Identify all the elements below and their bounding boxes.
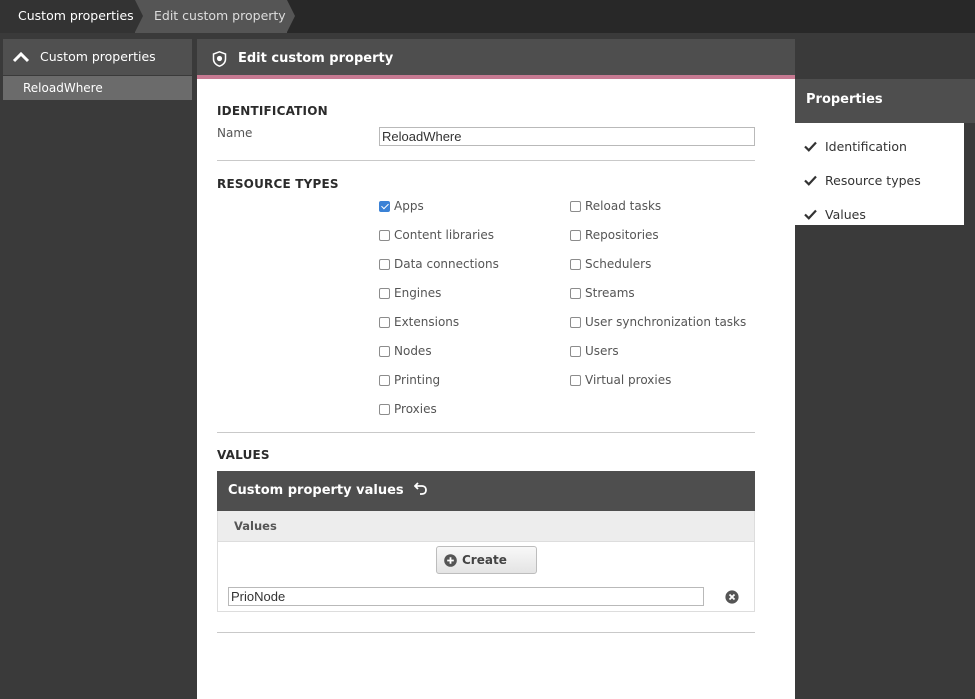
checkbox-extensions[interactable]: Extensions — [379, 315, 459, 329]
check-icon — [804, 141, 817, 152]
checkbox-label: Printing — [394, 373, 441, 387]
left-nav: Custom properties ReloadWhere — [3, 39, 192, 100]
undo-icon[interactable] — [414, 482, 428, 495]
left-nav-header[interactable]: Custom properties — [3, 39, 192, 75]
breadcrumb-item-edit-custom-property: Edit custom property — [135, 0, 295, 33]
breadcrumb-item-custom-properties[interactable]: Custom properties — [0, 0, 143, 33]
checkbox-streams[interactable]: Streams — [570, 286, 635, 300]
checkbox-label: Extensions — [394, 315, 460, 329]
checkbox-label: Nodes — [394, 344, 432, 358]
checkbox-box[interactable] — [379, 316, 390, 328]
checkbox-label: Content libraries — [394, 228, 495, 242]
checkbox-box[interactable] — [570, 374, 581, 386]
checkbox-label: Data connections — [394, 257, 499, 271]
close-circle-icon[interactable] — [725, 590, 739, 604]
checkbox-content-libraries[interactable]: Content libraries — [379, 228, 494, 242]
checkbox-reload-tasks[interactable]: Reload tasks — [570, 199, 661, 213]
checkbox-proxies[interactable]: Proxies — [379, 402, 437, 416]
values-table-header: Custom property values — [217, 471, 755, 511]
properties-list: Identification Resource types Values — [795, 123, 964, 225]
checkbox-box[interactable] — [570, 200, 581, 212]
name-field[interactable] — [379, 127, 755, 146]
properties-item-label: Identification — [825, 138, 907, 154]
checkbox-label: Users — [585, 344, 619, 358]
checkbox-label: Proxies — [394, 402, 437, 416]
checkbox-box[interactable] — [379, 403, 390, 415]
values-column-header: Values — [217, 511, 755, 541]
checkbox-box[interactable] — [379, 200, 390, 212]
checkbox-label: Repositories — [585, 228, 659, 242]
checkbox-label: Virtual proxies — [585, 373, 672, 387]
checkbox-users[interactable]: Users — [570, 344, 619, 358]
checkbox-nodes[interactable]: Nodes — [379, 344, 432, 358]
shield-icon — [212, 51, 227, 67]
checkbox-box[interactable] — [570, 345, 581, 357]
checkbox-label: Engines — [394, 286, 442, 300]
checkbox-box[interactable] — [379, 229, 390, 241]
check-icon — [804, 175, 817, 186]
name-label: Name — [217, 126, 253, 140]
properties-item-identification[interactable]: Identification — [795, 129, 964, 163]
create-row: Create new — [217, 541, 755, 593]
checkbox-virtual-proxies[interactable]: Virtual proxies — [570, 373, 671, 387]
checkbox-label: Reload tasks — [585, 199, 662, 213]
properties-item-label: Resource types — [825, 172, 921, 188]
checkbox-user-synchronization-tasks[interactable]: User synchronization tasks — [570, 315, 746, 329]
checkbox-box[interactable] — [570, 316, 581, 328]
checkbox-label: User synchronization tasks — [585, 315, 747, 329]
checkbox-label: Streams — [585, 286, 635, 300]
values-title: VALUES — [217, 448, 270, 462]
checkbox-box[interactable] — [379, 345, 390, 357]
properties-item-values[interactable]: Values — [795, 197, 964, 231]
create-new-button[interactable]: Create new — [436, 546, 537, 593]
resource-types-title: RESOURCE TYPES — [217, 177, 339, 191]
properties-item-label: Values — [825, 206, 866, 222]
checkbox-box[interactable] — [570, 229, 581, 241]
left-nav-header-label: Custom properties — [40, 49, 156, 64]
properties-item-resource-types[interactable]: Resource types — [795, 163, 964, 197]
divider — [217, 160, 755, 161]
values-table-title: Custom property values — [228, 483, 404, 498]
chevron-up-icon — [12, 51, 30, 63]
divider — [217, 632, 755, 633]
checkbox-label: Schedulers — [585, 257, 652, 271]
left-nav-item-reloadwhere[interactable]: ReloadWhere — [3, 76, 192, 100]
checkbox-schedulers[interactable]: Schedulers — [570, 257, 651, 271]
identification-title: IDENTIFICATION — [217, 104, 328, 118]
checkbox-box[interactable] — [379, 258, 390, 270]
checkbox-box[interactable] — [570, 258, 581, 270]
checkbox-box[interactable] — [379, 287, 390, 299]
checkbox-box[interactable] — [379, 374, 390, 386]
page-title: Edit custom property — [238, 51, 394, 66]
checkbox-label: Apps — [394, 199, 424, 213]
edit-panel-header: Edit custom property — [197, 39, 795, 79]
breadcrumb: Custom properties Edit custom property — [0, 0, 975, 33]
plus-circle-icon — [444, 554, 457, 567]
checkbox-repositories[interactable]: Repositories — [570, 228, 659, 242]
checkbox-box[interactable] — [570, 287, 581, 299]
checkbox-printing[interactable]: Printing — [379, 373, 440, 387]
check-icon — [804, 209, 817, 220]
edit-panel: Edit custom property IDENTIFICATION Name… — [197, 39, 795, 699]
checkbox-engines[interactable]: Engines — [379, 286, 441, 300]
properties-panel: Properties Identification Resource types… — [795, 79, 975, 225]
table-row — [217, 580, 755, 612]
checkbox-data-connections[interactable]: Data connections — [379, 257, 499, 271]
divider — [217, 432, 755, 433]
checkbox-apps[interactable]: Apps — [379, 199, 424, 213]
value-input[interactable] — [228, 587, 704, 606]
properties-panel-title: Properties — [795, 79, 975, 123]
